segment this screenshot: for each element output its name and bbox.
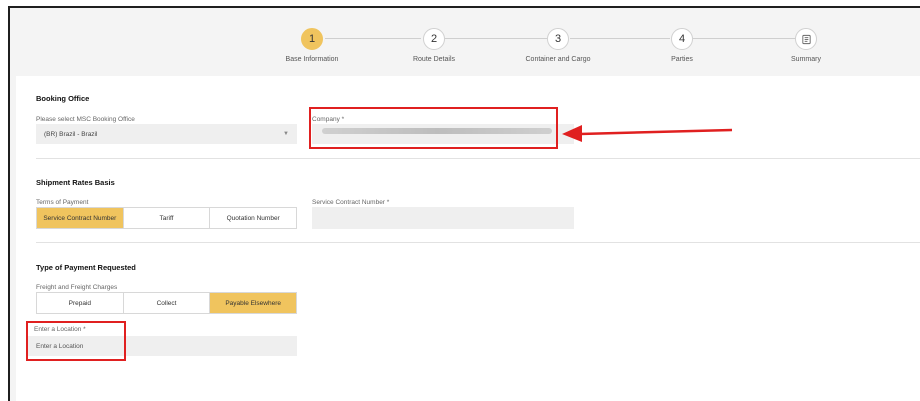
- section-divider: [36, 242, 920, 243]
- terms-of-payment-toggle: Service Contract Number Tariff Quotation…: [36, 207, 297, 229]
- contract-number-label: Service Contract Number *: [312, 199, 390, 206]
- payment-type-title: Type of Payment Requested: [36, 263, 136, 272]
- section-divider: [36, 158, 920, 159]
- booking-office-select[interactable]: (BR) Brazil - Brazil ▼: [36, 124, 297, 144]
- annotation-arrow: [562, 125, 733, 142]
- terms-option-service-contract[interactable]: Service Contract Number: [37, 208, 124, 228]
- step-number: 4: [671, 28, 693, 50]
- terms-option-quotation[interactable]: Quotation Number: [210, 208, 296, 228]
- contract-number-input[interactable]: [312, 207, 574, 229]
- company-highlight-box: [309, 107, 558, 149]
- freight-charges-toggle: Prepaid Collect Payable Elsewhere: [36, 292, 297, 314]
- summary-icon: [795, 28, 817, 50]
- location-highlight-box: [26, 321, 126, 361]
- shipment-rates-title: Shipment Rates Basis: [36, 178, 115, 187]
- step-number: 2: [423, 28, 445, 50]
- step-route-details[interactable]: 2 Route Details: [374, 28, 494, 63]
- terms-option-tariff[interactable]: Tariff: [124, 208, 211, 228]
- terms-of-payment-label: Terms of Payment: [36, 199, 89, 206]
- step-label: Parties: [671, 56, 693, 63]
- step-label: Base Information: [285, 56, 339, 63]
- step-parties[interactable]: 4 Parties: [622, 28, 742, 63]
- step-label: Container and Cargo: [525, 56, 591, 63]
- charges-option-payable-elsewhere[interactable]: Payable Elsewhere: [210, 293, 297, 313]
- charges-option-collect[interactable]: Collect: [124, 293, 211, 313]
- charges-option-prepaid[interactable]: Prepaid: [37, 293, 124, 313]
- chevron-down-icon: ▼: [283, 131, 289, 137]
- step-container-and-cargo[interactable]: 3 Container and Cargo: [498, 28, 618, 63]
- step-number: 1: [301, 28, 323, 50]
- booking-office-label: Please select MSC Booking Office: [36, 116, 135, 123]
- step-label: Summary: [791, 56, 821, 63]
- freight-charges-label: Freight and Freight Charges: [36, 284, 118, 291]
- booking-office-value: (BR) Brazil - Brazil: [44, 130, 98, 138]
- step-label: Route Details: [412, 56, 456, 63]
- step-number: 3: [547, 28, 569, 50]
- step-base-information[interactable]: 1 Base Information: [252, 28, 372, 63]
- booking-office-title: Booking Office: [36, 94, 90, 103]
- step-summary[interactable]: Summary: [746, 28, 866, 63]
